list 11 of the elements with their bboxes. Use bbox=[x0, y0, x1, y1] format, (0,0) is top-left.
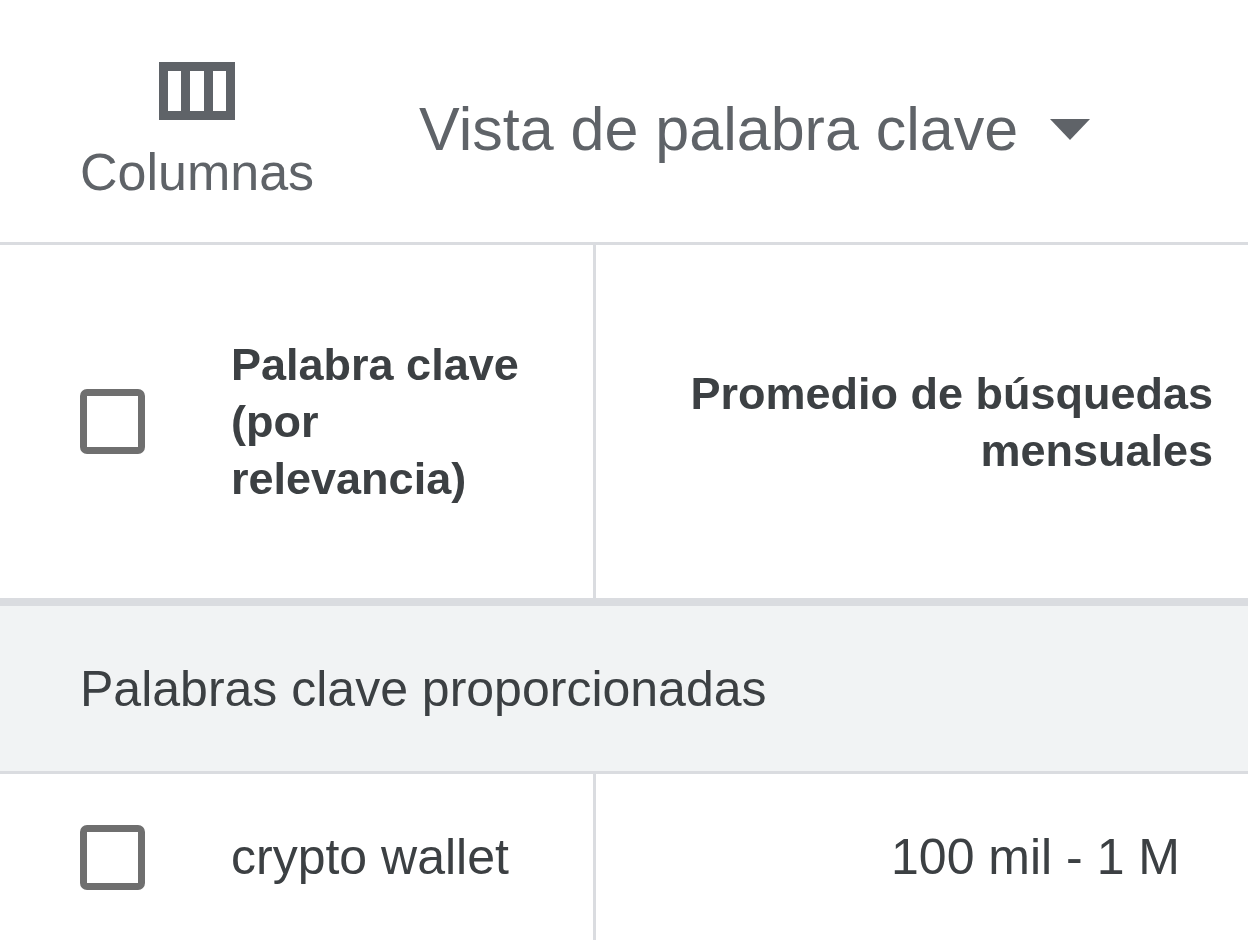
columns-icon bbox=[159, 62, 236, 120]
searches-cell: 100 mil - 1 M bbox=[891, 828, 1180, 886]
dropdown-caret-icon bbox=[1050, 119, 1091, 141]
checkbox[interactable] bbox=[80, 389, 145, 454]
keyword-cell: crypto wallet bbox=[231, 828, 509, 886]
column-header[interactable]: Palabra clave (por relevancia) bbox=[231, 336, 561, 507]
columns-button[interactable]: Columnas bbox=[80, 62, 315, 198]
view-dropdown[interactable]: Vista de palabra clave bbox=[419, 96, 1091, 164]
column-header[interactable]: Promedio de búsquedas mensuales bbox=[633, 364, 1213, 479]
group-label: Palabras clave proporcionadas bbox=[80, 659, 767, 718]
checkbox[interactable] bbox=[80, 824, 145, 890]
